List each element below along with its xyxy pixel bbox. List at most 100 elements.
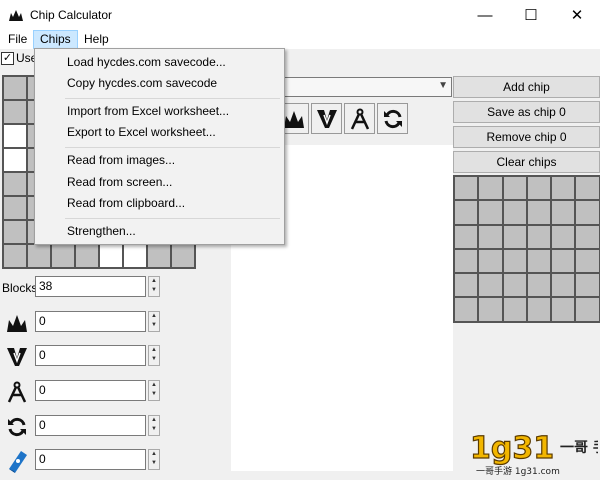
grid-cell[interactable] xyxy=(526,248,552,274)
grid-cell[interactable] xyxy=(575,200,600,225)
compass-icon xyxy=(7,381,27,403)
grid-cell[interactable] xyxy=(147,244,171,268)
menu-item-copy-savecode[interactable]: Copy hycdes.com savecode xyxy=(67,76,217,90)
grid-cell[interactable] xyxy=(454,297,479,322)
grid-cell[interactable] xyxy=(551,176,576,201)
breach-filter-button[interactable] xyxy=(311,103,342,134)
grid-cell[interactable] xyxy=(526,297,552,322)
grid-cell[interactable] xyxy=(3,172,27,196)
app-crown-icon xyxy=(9,10,23,21)
accuracy-spinner[interactable]: ▲ ▼ xyxy=(148,380,160,401)
grid-cell[interactable] xyxy=(502,176,527,201)
blocks-field[interactable]: 38 xyxy=(35,276,146,297)
grid-cell[interactable] xyxy=(478,176,503,201)
book-icon xyxy=(9,451,27,473)
grid-cell[interactable] xyxy=(454,248,479,274)
menu-item-read-images[interactable]: Read from images... xyxy=(67,153,175,167)
crown-icon xyxy=(7,315,27,332)
grid-cell[interactable] xyxy=(575,176,600,201)
breach-field[interactable]: 0 xyxy=(35,345,146,366)
damage-spinner[interactable]: ▲ ▼ xyxy=(148,311,160,332)
reload-icon xyxy=(8,417,26,437)
compass-icon xyxy=(350,108,369,130)
menu-item-read-clipboard[interactable]: Read from clipboard... xyxy=(67,196,185,210)
accuracy-filter-button[interactable] xyxy=(344,103,375,134)
grid-cell[interactable] xyxy=(99,244,123,268)
grid-cell[interactable] xyxy=(575,273,600,298)
grid-cell[interactable] xyxy=(526,273,552,298)
grid-cell[interactable] xyxy=(171,244,195,268)
use-checkbox[interactable]: ✓ xyxy=(1,52,14,65)
exp-field[interactable]: 0 xyxy=(35,449,146,470)
grid-cell[interactable] xyxy=(123,244,147,268)
grid-cell[interactable] xyxy=(502,297,527,322)
reload-field[interactable]: 0 xyxy=(35,415,146,436)
save-chip-button[interactable]: Save as chip 0 xyxy=(453,101,600,123)
grid-cell[interactable] xyxy=(502,273,527,298)
grid-cell[interactable] xyxy=(75,244,99,268)
grid-cell[interactable] xyxy=(3,244,27,268)
grid-cell[interactable] xyxy=(478,273,503,298)
breach-icon xyxy=(316,109,337,128)
close-button[interactable]: ✕ xyxy=(554,0,600,30)
grid-cell[interactable] xyxy=(454,273,479,298)
grid-cell[interactable] xyxy=(3,76,27,100)
grid-cell[interactable] xyxy=(478,224,503,249)
grid-cell[interactable] xyxy=(502,224,527,249)
grid-cell[interactable] xyxy=(454,224,479,249)
accuracy-field[interactable]: 0 xyxy=(35,380,146,401)
grid-cell[interactable] xyxy=(3,100,27,124)
grid-cell[interactable] xyxy=(502,200,527,225)
menu-item-load-savecode[interactable]: Load hycdes.com savecode... xyxy=(67,55,226,69)
grid-cell[interactable] xyxy=(3,220,27,244)
reload-filter-button[interactable] xyxy=(377,103,408,134)
menu-item-read-screen[interactable]: Read from screen... xyxy=(67,175,172,189)
clear-chips-button[interactable]: Clear chips xyxy=(453,151,600,173)
minimize-button[interactable]: — xyxy=(462,0,508,30)
grid-cell[interactable] xyxy=(3,124,27,148)
grid-cell[interactable] xyxy=(551,224,576,249)
crown-icon xyxy=(283,110,304,128)
exp-spinner[interactable]: ▲ ▼ xyxy=(148,449,160,470)
grid-cell[interactable] xyxy=(526,224,552,249)
grid-cell[interactable] xyxy=(526,176,552,201)
maximize-button[interactable]: ☐ xyxy=(508,0,554,30)
damage-field[interactable]: 0 xyxy=(35,311,146,332)
blocks-label: Blocks xyxy=(2,281,38,295)
grid-cell[interactable] xyxy=(551,200,576,225)
grid-cell[interactable] xyxy=(551,248,576,274)
menu-item-import-excel[interactable]: Import from Excel worksheet... xyxy=(67,104,229,118)
grid-cell[interactable] xyxy=(575,297,600,322)
grid-cell[interactable] xyxy=(3,148,27,172)
grid-cell[interactable] xyxy=(551,297,576,322)
grid-cell[interactable] xyxy=(27,244,51,268)
breach-spinner[interactable]: ▲ ▼ xyxy=(148,345,160,366)
blocks-spinner[interactable]: ▲ ▼ xyxy=(148,276,160,297)
menu-item-strengthen[interactable]: Strengthen... xyxy=(67,224,136,238)
menu-help[interactable]: Help xyxy=(78,30,115,49)
menu-chips[interactable]: Chips xyxy=(33,30,78,49)
breach-icon xyxy=(7,348,27,366)
grid-cell[interactable] xyxy=(454,176,479,201)
watermark-number: 1g31 xyxy=(470,431,554,466)
grid-cell[interactable] xyxy=(502,248,527,274)
grid-cell[interactable] xyxy=(454,200,479,225)
grid-cell[interactable] xyxy=(478,248,503,274)
reload-spinner[interactable]: ▲ ▼ xyxy=(148,415,160,436)
grid-cell[interactable] xyxy=(51,244,75,268)
grid-cell[interactable] xyxy=(575,224,600,249)
remove-chip-button[interactable]: Remove chip 0 xyxy=(453,126,600,148)
chip-shape-grid xyxy=(453,175,600,323)
grid-cell[interactable] xyxy=(551,273,576,298)
grid-cell[interactable] xyxy=(478,200,503,225)
grid-cell[interactable] xyxy=(526,200,552,225)
grid-cell[interactable] xyxy=(478,297,503,322)
watermark-brand: 一哥 手游 xyxy=(560,439,598,456)
menu-file[interactable]: File xyxy=(2,30,33,49)
grid-cell[interactable] xyxy=(3,196,27,220)
chips-dropdown-menu: Load hycdes.com savecode... Copy hycdes.… xyxy=(34,48,285,245)
add-chip-button[interactable]: Add chip xyxy=(453,76,600,98)
chevron-down-icon: ▼ xyxy=(438,80,448,91)
grid-cell[interactable] xyxy=(575,248,600,274)
menu-item-export-excel[interactable]: Export to Excel worksheet... xyxy=(67,125,216,139)
